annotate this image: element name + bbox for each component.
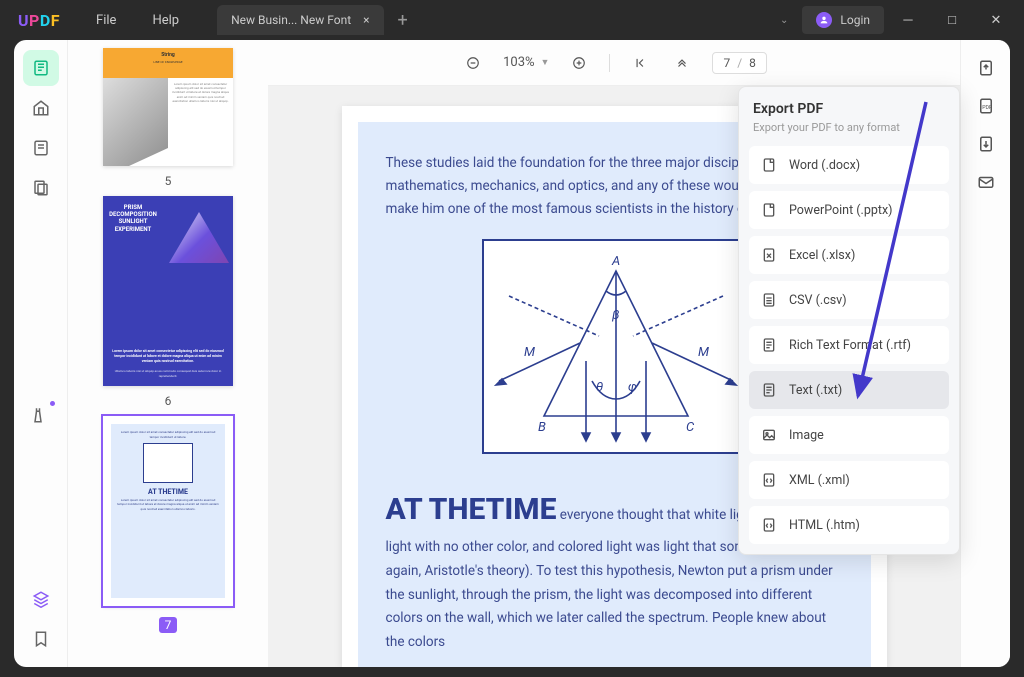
dropdown-caret-icon[interactable]: ⌄ xyxy=(770,15,798,26)
export-option-csv[interactable]: CSV (.csv) xyxy=(749,281,949,319)
thumb-page-6[interactable]: PRISM DECOMPOSITION SUNLIGHT EXPERIMENT … xyxy=(96,196,240,408)
left-rail xyxy=(14,40,68,667)
tab-label: New Busin... New Font xyxy=(231,13,351,27)
zoom-select[interactable]: 103% ▼ xyxy=(503,55,549,70)
tab-close-icon[interactable]: × xyxy=(363,13,369,27)
svg-text:C: C xyxy=(686,420,695,435)
window-right-group: ⌄ Login ─ □ ✕ xyxy=(770,5,1024,35)
svg-text:B: B xyxy=(538,420,546,435)
svg-text:M: M xyxy=(524,345,535,360)
rail-export-icon[interactable] xyxy=(970,52,1002,84)
avatar-icon xyxy=(816,12,832,28)
rail-pdfa-icon[interactable]: PDF xyxy=(970,90,1002,122)
svg-text:β: β xyxy=(611,308,619,323)
right-rail: PDF xyxy=(960,40,1010,667)
svg-text:θ: θ xyxy=(596,380,603,395)
export-option-powerpoint[interactable]: PowerPoint (.pptx) xyxy=(749,191,949,229)
svg-text:A: A xyxy=(611,254,620,269)
thumb-page-5[interactable]: StringLINE OF KNOWLEDGE Lorem ipsum dolo… xyxy=(96,48,240,188)
thumb-number: 5 xyxy=(96,174,240,188)
export-option-excel[interactable]: Excel (.xlsx) xyxy=(749,236,949,274)
app-logo: UPDF xyxy=(0,11,78,30)
rail-edit-icon[interactable] xyxy=(23,130,59,166)
heading: AT THETIME xyxy=(386,492,557,527)
rail-mail-icon[interactable] xyxy=(970,166,1002,198)
export-subtitle: Export your PDF to any format xyxy=(749,117,949,146)
rail-annotate-icon[interactable] xyxy=(23,90,59,126)
export-title: Export PDF xyxy=(749,101,949,117)
svg-text:φ: φ xyxy=(628,380,637,395)
login-button[interactable]: Login xyxy=(802,6,884,34)
rail-bookmark-icon[interactable] xyxy=(23,621,59,657)
prev-page-icon[interactable] xyxy=(670,51,694,75)
tab-bar: New Busin... New Font × + xyxy=(217,5,770,35)
tab-add-button[interactable]: + xyxy=(384,10,422,31)
menu-file[interactable]: File xyxy=(78,13,134,28)
rail-save-icon[interactable] xyxy=(970,128,1002,160)
rail-tools-icon[interactable] xyxy=(23,397,59,433)
app-body: StringLINE OF KNOWLEDGE Lorem ipsum dolo… xyxy=(14,40,1010,667)
rail-organize-icon[interactable] xyxy=(23,170,59,206)
export-option-image[interactable]: Image xyxy=(749,416,949,454)
window-maximize-icon[interactable]: □ xyxy=(932,5,972,35)
rail-layers-icon[interactable] xyxy=(23,581,59,617)
thumb-number: 7 xyxy=(159,617,178,633)
svg-text:PDF: PDF xyxy=(982,105,992,111)
page-indicator[interactable]: 7 / 8 xyxy=(712,52,766,74)
export-panel: Export PDF Export your PDF to any format… xyxy=(738,86,960,555)
zoom-out-icon[interactable] xyxy=(461,51,485,75)
export-option-xml[interactable]: XML (.xml) xyxy=(749,461,949,499)
titlebar: UPDF File Help New Busin... New Font × +… xyxy=(0,0,1024,40)
viewer-toolbar: 103% ▼ 7 / 8 xyxy=(268,40,960,86)
zoom-in-icon[interactable] xyxy=(567,51,591,75)
window-minimize-icon[interactable]: ─ xyxy=(888,5,928,35)
export-option-html[interactable]: HTML (.htm) xyxy=(749,506,949,544)
document-tab[interactable]: New Busin... New Font × xyxy=(217,5,383,35)
thumb-number: 6 xyxy=(96,394,240,408)
export-option-text[interactable]: Text (.txt) xyxy=(749,371,949,409)
thumb-page-7[interactable]: Lorem ipsum dolor sit amet consectetur a… xyxy=(96,416,240,633)
export-option-rtf[interactable]: Rich Text Format (.rtf) xyxy=(749,326,949,364)
menu-help[interactable]: Help xyxy=(134,13,197,28)
login-label: Login xyxy=(840,13,870,27)
export-option-word[interactable]: Word (.docx) xyxy=(749,146,949,184)
prism-diagram: A B C M M β θ φ xyxy=(482,239,746,454)
svg-text:M: M xyxy=(698,345,709,360)
first-page-icon[interactable] xyxy=(628,51,652,75)
window-close-icon[interactable]: ✕ xyxy=(976,5,1016,35)
thumbnail-panel: StringLINE OF KNOWLEDGE Lorem ipsum dolo… xyxy=(68,40,268,667)
rail-reader-icon[interactable] xyxy=(23,50,59,86)
